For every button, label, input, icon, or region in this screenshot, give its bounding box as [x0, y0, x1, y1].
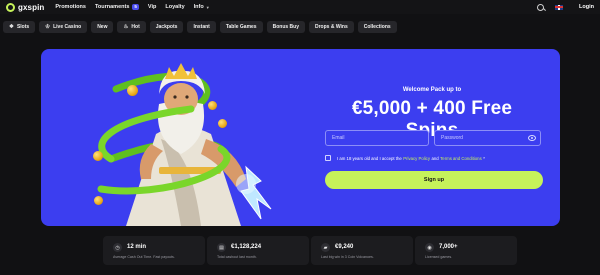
logo-icon	[6, 2, 15, 12]
nav-info[interactable]: Info ▼	[194, 4, 210, 10]
slots-icon: ❖	[9, 24, 14, 30]
category-hot[interactable]: ♨ Hot	[117, 21, 146, 33]
logo[interactable]: gxspin	[6, 2, 45, 12]
consent-and-text: and	[431, 155, 439, 161]
category-label: Bonus Buy	[272, 24, 299, 30]
stat-description: Licensed games.	[425, 255, 453, 259]
terms-consent: I am 18 years old and I accept the Priva…	[325, 155, 485, 161]
category-drops-wins[interactable]: Drops & Wins	[308, 21, 354, 33]
email-field[interactable]: Email	[325, 130, 429, 146]
category-label: Live Casino	[53, 24, 82, 30]
category-new[interactable]: New	[91, 21, 114, 33]
category-table-games[interactable]: Table Games	[219, 21, 263, 33]
games-icon: ◉	[425, 243, 434, 252]
gold-coin-icon	[127, 85, 138, 96]
category-jackpots[interactable]: Jackpots	[149, 21, 184, 33]
zeus-artwork	[97, 63, 272, 226]
login-button[interactable]: Login	[579, 4, 594, 10]
main-nav: Promotions Tournaments 5 Vip Loyalty Info…	[55, 3, 218, 11]
stat-value: 7,000+	[439, 244, 458, 250]
sign-up-button[interactable]: Sign up	[325, 171, 543, 189]
search-icon[interactable]	[537, 3, 545, 11]
top-right-actions: Login	[537, 0, 594, 14]
gold-coin-icon	[93, 151, 103, 161]
uk-flag-icon[interactable]	[555, 4, 564, 10]
chevron-down-icon: ▼	[205, 4, 210, 10]
clock-icon: ◷	[113, 243, 122, 252]
eye-icon[interactable]	[528, 135, 536, 141]
stat-description: Total cashout last month.	[217, 255, 257, 259]
category-label: Slots	[16, 24, 30, 30]
stat-description: Last big win in 3 Coin Volcanoes.	[321, 255, 374, 259]
category-collections[interactable]: Collections	[357, 21, 397, 33]
category-bonus-buy[interactable]: Bonus Buy	[266, 21, 305, 33]
category-label: Collections	[363, 24, 391, 30]
category-instant[interactable]: Instant	[187, 21, 216, 33]
category-bar: ❖ Slots ♔ Live Casino New ♨ Hot Jackpots In…	[3, 21, 401, 33]
category-live-casino[interactable]: ♔ Live Casino	[39, 21, 88, 33]
welcome-hero-banner: Welcome Pack up to €5,000 + 400 Free Spi…	[41, 49, 560, 226]
category-slots[interactable]: ❖ Slots	[3, 21, 36, 33]
nav-vip[interactable]: Vip	[148, 4, 156, 10]
welcome-text: Welcome Pack up to	[402, 87, 462, 93]
top-navigation-bar: gxspin Promotions Tournaments 5 Vip Loyal…	[0, 0, 600, 14]
nav-tournaments[interactable]: Tournaments 5	[94, 3, 139, 11]
email-placeholder: Email	[332, 135, 345, 141]
gold-coin-icon	[218, 119, 227, 128]
consent-text: I am 18 years old and I accept the	[337, 155, 402, 161]
nav-promotions[interactable]: Promotions	[55, 4, 86, 10]
live-casino-icon: ♔	[45, 24, 51, 30]
nav-loyalty[interactable]: Loyalty	[165, 4, 184, 10]
terms-conditions-link[interactable]: Terms and Conditions	[440, 156, 482, 161]
category-label: Hot	[131, 24, 140, 30]
flame-icon: ♨	[123, 24, 129, 30]
required-asterisk: *	[483, 155, 485, 161]
category-label: New	[97, 24, 108, 30]
stat-card-licensed-games: ◉ 7,000+ Licensed games.	[415, 236, 517, 265]
password-field[interactable]: Password	[434, 130, 541, 146]
nav-loyalty-label: Loyalty	[165, 4, 185, 10]
category-label: Table Games	[225, 24, 257, 30]
privacy-policy-link[interactable]: Privacy Policy	[403, 156, 430, 161]
logo-text: gxspin	[18, 2, 45, 12]
category-label: Drops & Wins	[314, 24, 348, 30]
password-placeholder: Password	[441, 135, 463, 141]
stat-value: €9,240	[335, 244, 354, 250]
category-label: Jackpots	[155, 24, 178, 30]
nav-vip-label: Vip	[147, 4, 157, 10]
tournaments-count-badge: 5	[132, 3, 139, 11]
stat-description: Average Cash Out Time. Fast payouts.	[113, 255, 175, 259]
nav-tournaments-label: Tournaments	[94, 4, 130, 10]
category-label: Instant	[193, 24, 210, 30]
gold-coin-icon	[208, 101, 217, 110]
money-icon: ▰	[321, 243, 330, 252]
stat-card-cashout-time: ◷ 12 min Average Cash Out Time. Fast pay…	[103, 236, 205, 265]
gold-coin-icon	[94, 196, 103, 205]
wallet-icon: ▤	[217, 243, 226, 252]
zeus-illustration	[41, 49, 301, 226]
nav-promotions-label: Promotions	[55, 4, 86, 10]
stat-card-total-cashout: ▤ €1,128,224 Total cashout last month.	[207, 236, 309, 265]
nav-info-label: Info	[193, 4, 204, 10]
stat-card-big-win: ▰ €9,240 Last big win in 3 Coin Volcanoe…	[311, 236, 413, 265]
stat-value: 12 min	[127, 244, 147, 250]
age-terms-checkbox[interactable]	[325, 155, 331, 161]
stats-bar: ◷ 12 min Average Cash Out Time. Fast pay…	[103, 236, 519, 265]
stat-value: €1,128,224	[231, 244, 262, 250]
